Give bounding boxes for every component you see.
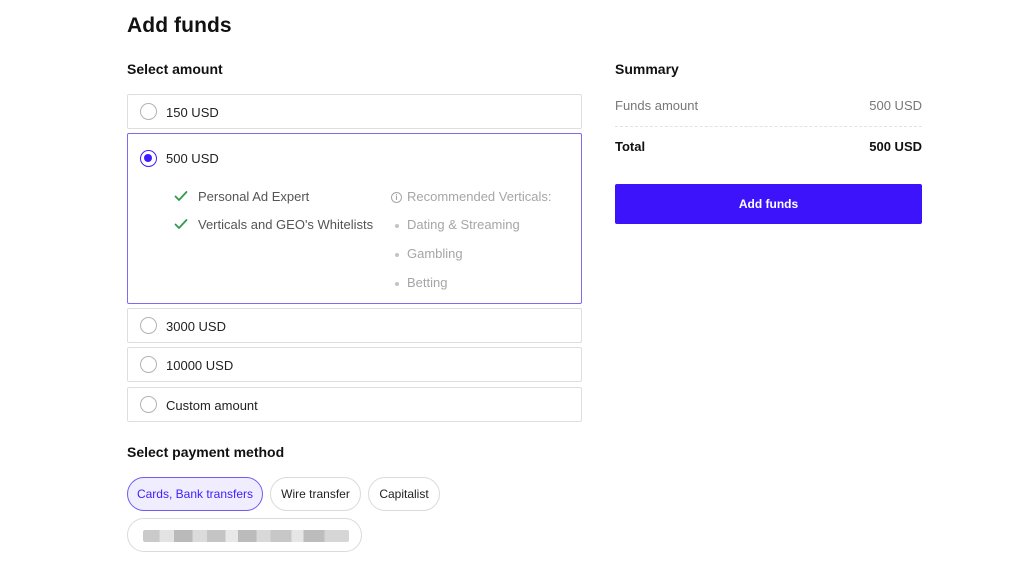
amount-option-label: 150 USD (166, 105, 219, 120)
amount-option-10000[interactable]: 10000 USD (127, 347, 582, 382)
amount-option-label: Custom amount (166, 398, 258, 413)
funds-amount-label: Funds amount (615, 98, 699, 113)
select-payment-method-heading: Select payment method (127, 444, 285, 460)
info-icon: i (391, 192, 402, 203)
summary-divider (615, 126, 922, 127)
check-icon (174, 218, 188, 232)
radio-selected-icon[interactable] (140, 150, 157, 167)
payment-method-capitalist[interactable]: Capitalist (368, 477, 440, 511)
amount-option-label: 3000 USD (166, 319, 226, 334)
amount-option-label: 10000 USD (166, 358, 234, 373)
feature-personal-ad-expert: Personal Ad Expert (198, 189, 310, 204)
amount-option-3000[interactable]: 3000 USD (127, 308, 582, 343)
radio-icon[interactable] (140, 396, 157, 413)
total-value: 500 USD (869, 139, 922, 154)
total-label: Total (615, 139, 646, 154)
feature-whitelists: Verticals and GEO's Whitelists (198, 217, 374, 232)
amount-option-500[interactable]: 500 USD Personal Ad Expert Verticals and… (127, 133, 582, 304)
radio-icon[interactable] (140, 103, 157, 120)
payment-method-redacted[interactable] (127, 518, 362, 552)
payment-method-wire-transfer[interactable]: Wire transfer (270, 477, 361, 511)
bullet-icon (395, 253, 399, 257)
redacted-text (143, 530, 349, 542)
select-amount-heading: Select amount (127, 61, 223, 77)
radio-icon[interactable] (140, 317, 157, 334)
bullet-icon (395, 282, 399, 286)
recommended-vertical-item: Betting (407, 275, 448, 290)
amount-option-150[interactable]: 150 USD (127, 94, 582, 129)
recommended-vertical-item: Gambling (407, 246, 463, 261)
summary-heading: Summary (615, 61, 679, 77)
amount-option-label: 500 USD (166, 151, 219, 166)
recommended-verticals-heading: Recommended Verticals: (407, 189, 552, 204)
amount-option-custom[interactable]: Custom amount (127, 387, 582, 422)
page-title: Add funds (127, 14, 232, 37)
recommended-vertical-item: Dating & Streaming (407, 217, 520, 232)
bullet-icon (395, 224, 399, 228)
add-funds-button[interactable]: Add funds (615, 184, 922, 224)
radio-icon[interactable] (140, 356, 157, 373)
funds-amount-value: 500 USD (869, 98, 922, 113)
payment-method-cards[interactable]: Cards, Bank transfers (127, 477, 263, 511)
check-icon (174, 190, 188, 204)
